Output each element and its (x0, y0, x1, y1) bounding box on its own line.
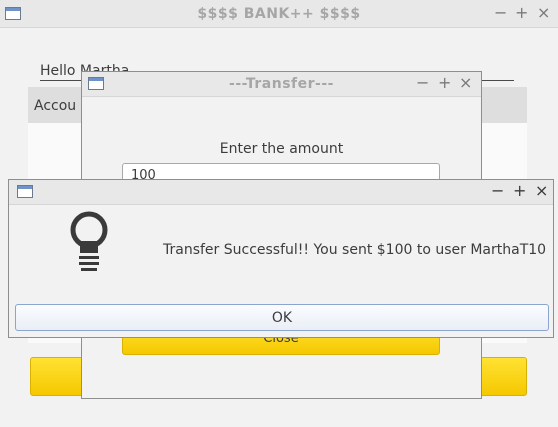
transfer-titlebar[interactable]: ---Transfer--- − + × (82, 72, 481, 97)
amount-prompt: Enter the amount (219, 141, 344, 157)
close-icon[interactable]: × (459, 75, 472, 91)
message-dialog: − + × Transfer Successful!! You sent $10… (8, 179, 554, 338)
main-titlebar[interactable]: $$$$ BANK++ $$$$ − + × (0, 0, 558, 28)
main-window-title: $$$$ BANK++ $$$$ (197, 6, 361, 22)
minimize-icon[interactable]: − (491, 183, 504, 199)
close-icon[interactable]: × (537, 5, 550, 21)
maximize-icon[interactable]: + (515, 5, 528, 21)
account-label: Accou (34, 98, 77, 114)
close-icon[interactable]: × (535, 183, 548, 199)
message-titlebar[interactable]: − + × (9, 180, 553, 205)
message-text: Transfer Successful!! You sent $100 to u… (163, 242, 547, 258)
ok-button-label: OK (271, 310, 293, 326)
window-icon (17, 185, 33, 198)
ok-button[interactable]: OK (15, 304, 549, 331)
lightbulb-icon (67, 211, 111, 277)
minimize-icon[interactable]: − (416, 75, 429, 91)
maximize-icon[interactable]: + (513, 183, 526, 199)
maximize-icon[interactable]: + (438, 75, 451, 91)
minimize-icon[interactable]: − (494, 5, 507, 21)
